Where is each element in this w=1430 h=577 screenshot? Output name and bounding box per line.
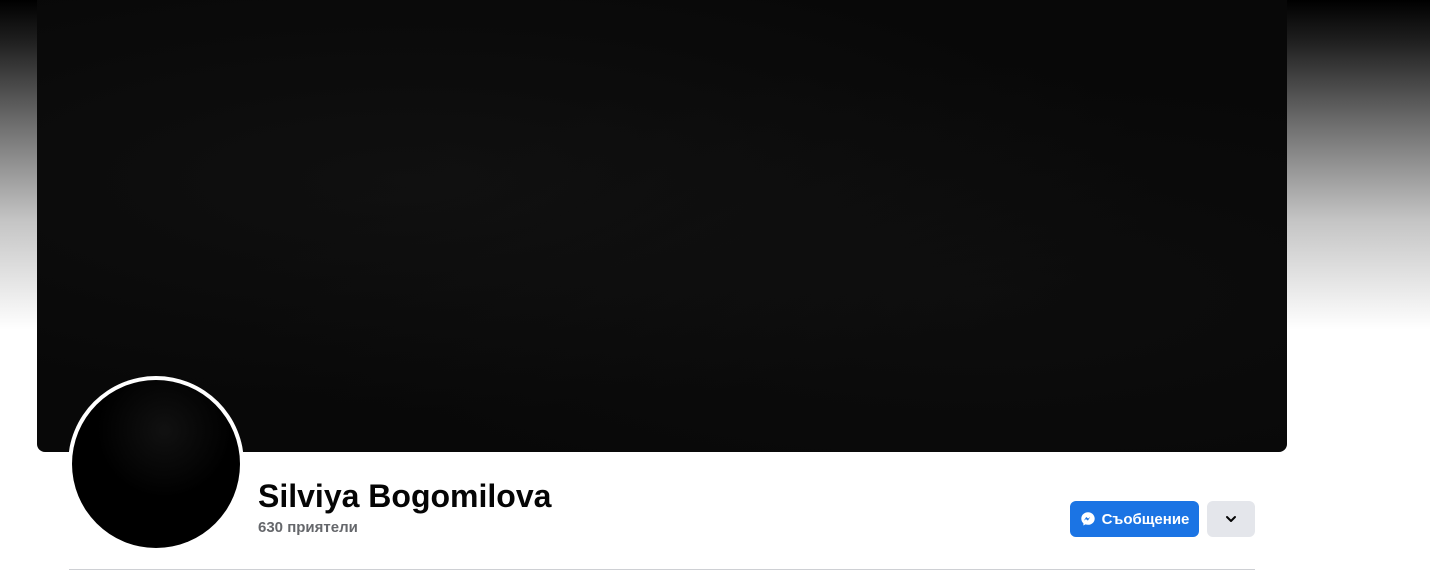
messenger-icon	[1080, 511, 1096, 527]
friends-count-link[interactable]: 630 приятели	[258, 518, 358, 538]
profile-picture-frame	[68, 376, 244, 552]
profile-name: Silviya Bogomilova	[258, 478, 552, 514]
profile-picture[interactable]	[72, 380, 240, 548]
chevron-down-icon	[1223, 511, 1239, 527]
profile-header-divider	[69, 569, 1255, 570]
profile-picture-image	[72, 380, 240, 548]
more-options-button[interactable]	[1207, 501, 1255, 537]
message-button-label: Съобщение	[1101, 510, 1190, 528]
message-button[interactable]: Съобщение	[1070, 501, 1199, 537]
